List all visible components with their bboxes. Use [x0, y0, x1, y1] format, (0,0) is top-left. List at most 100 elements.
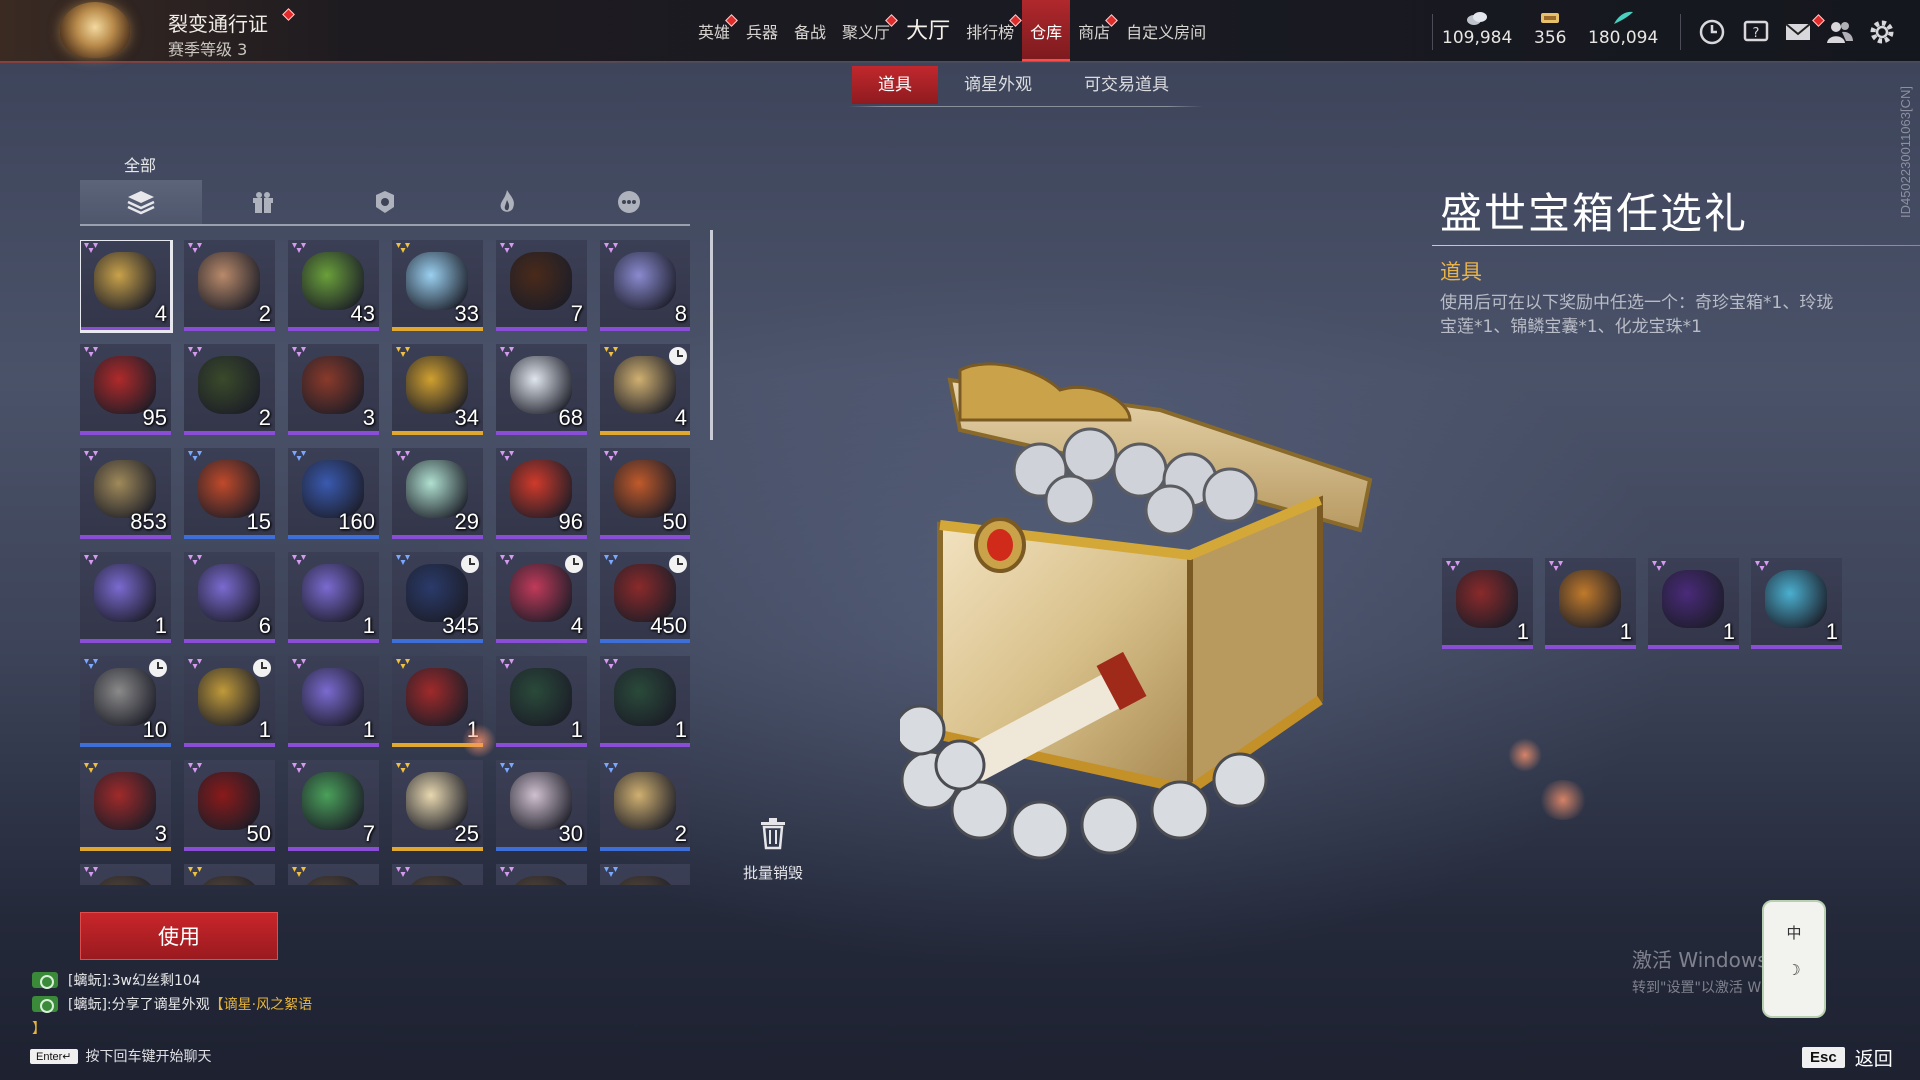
inventory-slot[interactable]: 4	[80, 240, 173, 333]
category-tab-flame[interactable]	[446, 180, 568, 224]
rarity-mark-icon	[500, 867, 514, 877]
category-tabs	[80, 180, 690, 226]
category-tab-all[interactable]	[80, 180, 202, 224]
help-icon[interactable]: ?	[1742, 18, 1770, 46]
chat-input-hint[interactable]: Enter↵ 按下回车键开始聊天	[30, 1046, 212, 1066]
nav-item[interactable]: 兵器	[738, 0, 786, 62]
inventory-scrollbar[interactable]	[710, 230, 713, 440]
inventory-slot[interactable]: 34	[392, 344, 483, 435]
reward-option-slot[interactable]: 1	[1442, 558, 1533, 649]
item-quantity: 1	[570, 717, 583, 742]
ime-indicator[interactable]: 中 ☽	[1762, 900, 1826, 1018]
rarity-mark-icon	[84, 347, 98, 357]
item-quantity: 2	[674, 821, 687, 846]
inventory-slot[interactable]: 160	[288, 448, 379, 539]
inventory-slot[interactable]: 29	[392, 448, 483, 539]
reward-option-slot[interactable]: 1	[1545, 558, 1636, 649]
inventory-slot[interactable]: 1	[288, 656, 379, 747]
reward-option-slot[interactable]: 1	[1751, 558, 1842, 649]
nav-item[interactable]: 仓库	[1022, 0, 1071, 62]
inventory-slot[interactable]: 15	[184, 448, 275, 539]
item-icon	[1559, 570, 1621, 628]
inventory-slot[interactable]: 6	[184, 552, 275, 643]
inventory-slot[interactable]: 1	[600, 656, 690, 747]
ime-mode-icon: ☽	[1787, 961, 1801, 979]
chat-message-continuation: 】	[32, 1016, 312, 1040]
inventory-slot[interactable]: 450	[600, 552, 690, 643]
category-tab-more[interactable]	[568, 180, 690, 224]
reward-option-slot[interactable]: 1	[1648, 558, 1739, 649]
inventory-slot[interactable]: 25	[392, 760, 483, 851]
nav-item[interactable]: 大厅	[898, 0, 958, 62]
friends-icon[interactable]	[1826, 18, 1854, 46]
nav-item[interactable]: 英雄	[690, 0, 738, 62]
use-button[interactable]: 使用	[80, 912, 278, 960]
inventory-slot[interactable]: 10	[80, 656, 171, 747]
inventory-slot[interactable]: 4	[600, 344, 690, 435]
rarity-mark-icon	[396, 555, 410, 565]
inventory-slot[interactable]: 4	[496, 552, 587, 643]
inventory-slot[interactable]: 68	[496, 344, 587, 435]
batch-destroy-button[interactable]: 批量销毁	[740, 816, 806, 883]
inventory-slot[interactable]: 30	[496, 760, 587, 851]
all-items-icon	[127, 191, 155, 215]
currency-gold-value: 109,984	[1442, 28, 1513, 48]
item-quantity: 15	[246, 509, 271, 534]
subtab-tradable-items[interactable]: 可交易道具	[1058, 66, 1195, 104]
timer-icon[interactable]	[1698, 18, 1726, 46]
inventory-slot[interactable]: 43	[288, 240, 379, 331]
inventory-slot[interactable]: 96	[496, 448, 587, 539]
inventory-slot[interactable]: 1	[80, 552, 171, 643]
inventory-slot[interactable]: 33	[392, 240, 483, 331]
inventory-slot[interactable]: 50	[600, 448, 690, 539]
item-quantity: 2	[258, 405, 271, 430]
inventory-grid-viewport[interactable]: 4 2 43 33 7 8 95 2 3 34 68 4 853 15 160 29 96 50 1 6 1 345 4 45…	[80, 240, 690, 885]
inventory-slot[interactable]: 2	[184, 344, 275, 435]
nav-item[interactable]: 自定义房间	[1118, 0, 1214, 62]
chat-item-link-end: 】	[32, 1021, 46, 1037]
inventory-slot[interactable]: 1	[496, 656, 587, 747]
chat-message: [螭蚖]:分享了谪星外观 【谪星·风之絮语	[32, 992, 312, 1016]
inventory-slot[interactable]	[288, 864, 379, 885]
item-icon	[94, 876, 156, 885]
ticket-icon	[1541, 13, 1560, 23]
nav-item-label: 仓库	[1030, 23, 1063, 42]
rarity-mark-icon	[500, 763, 514, 773]
settings-icon[interactable]	[1868, 18, 1896, 46]
inventory-slot[interactable]: 2	[184, 240, 275, 331]
inventory-slot[interactable]	[184, 864, 275, 885]
inventory-slot[interactable]: 1	[288, 552, 379, 643]
nav-item[interactable]: 备战	[786, 0, 834, 62]
inventory-slot[interactable]	[80, 864, 171, 885]
mail-icon[interactable]	[1784, 18, 1812, 46]
item-icon	[510, 876, 572, 885]
subtab-star-appearance[interactable]: 谪星外观	[938, 66, 1058, 104]
subtab-items[interactable]: 道具	[852, 66, 938, 104]
category-tab-tokens[interactable]	[324, 180, 446, 224]
inventory-slot[interactable]: 8	[600, 240, 690, 331]
nav-item[interactable]: 聚义厅	[834, 0, 898, 62]
inventory-slot[interactable]: 345	[392, 552, 483, 643]
category-tab-gifts[interactable]	[202, 180, 324, 224]
inventory-slot[interactable]: 7	[288, 760, 379, 851]
inventory-slot[interactable]: 3	[80, 760, 171, 851]
nav-item[interactable]: 排行榜	[958, 0, 1022, 62]
coin-stack-icon	[1467, 12, 1488, 25]
inventory-slot[interactable]: 2	[600, 760, 690, 851]
inventory-slot[interactable]	[600, 864, 690, 885]
inventory-slot[interactable]	[392, 864, 483, 885]
pass-title[interactable]: 裂变通行证	[168, 8, 268, 37]
inventory-slot[interactable]: 1	[184, 656, 275, 747]
nav-item[interactable]: 商店	[1070, 0, 1118, 62]
nav-item-label: 商店	[1078, 23, 1111, 42]
inventory-slot[interactable]: 3	[288, 344, 379, 435]
inventory-slot[interactable]: 7	[496, 240, 587, 331]
item-quantity: 1	[362, 717, 375, 742]
inventory-slot[interactable]: 50	[184, 760, 275, 851]
back-button[interactable]: Esc 返回	[1802, 1044, 1893, 1071]
inventory-slot[interactable]	[496, 864, 587, 885]
pass-emblem-icon[interactable]	[60, 2, 130, 58]
inventory-slot[interactable]: 95	[80, 344, 171, 435]
chat-item-link[interactable]: 【谪星·风之絮语	[210, 994, 312, 1014]
inventory-slot[interactable]: 853	[80, 448, 171, 539]
